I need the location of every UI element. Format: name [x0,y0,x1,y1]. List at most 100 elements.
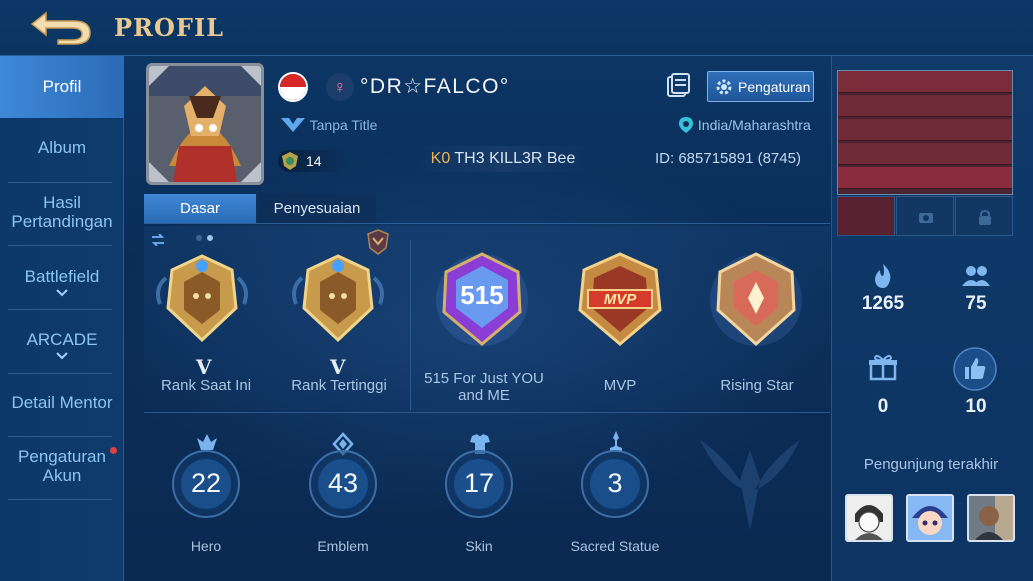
emblem-text: 515 [460,280,503,310]
profile-tabs: Dasar Penyesuaian [144,194,376,223]
popularity-flame-icon [875,264,891,288]
player-title: Tanpa Title [280,116,377,134]
visitor-portrait [847,496,891,540]
match-history-thumbnail[interactable] [837,70,1013,195]
level-value: 14 [306,153,322,169]
mvp-emblem[interactable]: MVP [570,250,670,350]
thumbnail-row [838,95,1012,117]
rank-medal-highest[interactable] [288,248,388,348]
thumbnail-row [838,143,1012,165]
visitor-portrait [908,496,952,540]
notification-dot [110,447,117,454]
stat-label: Sacred Statue [570,538,660,554]
sidebar-item-label: Battlefield [24,267,100,286]
sidebar-divider [8,309,112,310]
stat-label: Hero [190,538,222,554]
location-pin-icon [679,117,693,133]
squad-name[interactable]: K0 TH3 KILL3R Bee [414,146,592,172]
sidebar-divider [8,182,112,183]
sidebar-item-profil[interactable]: Profil [0,56,124,118]
sidebar-item-battlefield[interactable]: Battlefield [0,267,124,297]
sidebar-item-label: Profil [42,77,82,96]
medal-label: MVP [603,377,637,394]
sidebar-divider [8,436,112,437]
sidebar-item-label: Detail Mentor [11,393,113,412]
popularity-value[interactable]: 1265 [848,293,918,315]
hero-count[interactable]: 22 [168,468,244,499]
locked-slot[interactable] [955,196,1013,236]
medal-label: Rank Saat Ini [160,377,252,394]
section-divider [144,412,830,413]
skin-count[interactable]: 17 [441,468,517,499]
tab-dasar[interactable]: Dasar [144,194,256,223]
avatar-portrait [149,66,261,182]
gifts-value[interactable]: 0 [848,396,918,418]
country-flag-icon [278,72,308,102]
sidebar [0,56,124,581]
camera-slot[interactable] [896,196,954,236]
medal-label: Rising Star [720,377,794,394]
top-bar: PROFIL [0,0,1033,56]
title-wing-icon [281,118,305,132]
sidebar-item-label: ARCADE [26,330,98,349]
rank-tier-highest: V [330,355,346,379]
sidebar-divider [8,499,112,500]
like-thumbs-up-icon[interactable] [952,346,998,392]
tab-penyesuaian[interactable]: Penyesuaian [258,194,376,223]
rank-medal-current[interactable] [152,248,252,348]
sidebar-item-label: Hasil Pertandingan [11,193,113,231]
thumbnail-row [838,167,1012,189]
page-dot-active [207,235,213,241]
gear-icon [716,79,732,95]
settings-label: Pengaturan [738,79,811,95]
sidebar-item-pengaturan-akun[interactable]: Pengaturan Akun [0,447,124,485]
level-shield-icon [282,152,298,170]
squad-tag: K0 [430,150,451,167]
wings-watermark-icon [700,440,800,530]
visitor-avatar[interactable] [967,494,1015,542]
chevron-down-icon [56,289,68,297]
sacred-statue-count[interactable]: 3 [577,468,653,499]
sidebar-item-label: Pengaturan Akun [18,447,106,485]
emblem-text: MVP [604,291,638,308]
sidebar-item-arcade[interactable]: ARCADE [0,330,124,360]
camera-icon [919,213,933,223]
medal-divider [410,240,411,410]
stat-label: Emblem [317,538,369,554]
settings-button[interactable]: Pengaturan [707,71,814,102]
sidebar-item-album[interactable]: Album [0,138,124,157]
recent-visitors-label: Pengunjung terakhir [863,456,999,473]
lock-icon [979,210,991,225]
location: India/Maharashtra [678,116,811,134]
visitor-avatar[interactable] [845,494,893,542]
thumbnail-mini[interactable] [837,196,895,236]
medal-label: Rank Tertinggi [291,377,387,394]
sidebar-item-label: Album [37,138,87,157]
likes-value[interactable]: 10 [941,396,1011,418]
followers-value[interactable]: 75 [941,293,1011,315]
player-name: °DR☆FALCO° [360,75,510,98]
swap-icon[interactable] [151,234,165,246]
emblem-count[interactable]: 43 [305,468,381,499]
tab-underline [144,223,830,224]
sidebar-item-hasil-pertandingan[interactable]: Hasil Pertandingan [0,193,124,231]
thumbnail-strip [837,196,1013,236]
avatar[interactable] [146,63,264,185]
visitor-avatar[interactable] [906,494,954,542]
sidebar-divider [8,245,112,246]
level-badge: 14 [278,150,348,172]
page-title: PROFIL [114,13,225,42]
location-text: India/Maharashtra [697,117,811,133]
squad-label: TH3 KILL3R Bee [454,150,576,167]
notes-icon[interactable] [665,73,691,99]
achievement-515-emblem[interactable]: 515 [432,250,532,350]
page-dot [196,235,202,241]
sidebar-divider [8,373,112,374]
followers-icon [962,266,990,286]
title-text: Tanpa Title [309,117,378,133]
player-id: ID: 685715891 (8745) [655,150,801,167]
visitor-portrait [969,496,1013,540]
sidebar-item-detail-mentor[interactable]: Detail Mentor [0,393,124,412]
rising-star-emblem[interactable] [706,250,806,350]
back-arrow-icon[interactable] [28,9,92,45]
